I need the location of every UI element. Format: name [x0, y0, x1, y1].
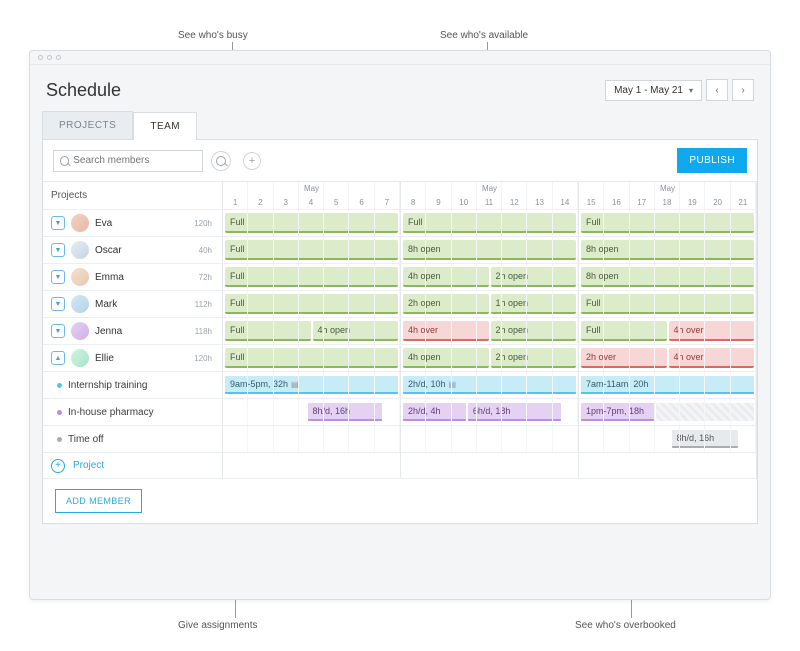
date-range-picker[interactable]: May 1 - May 21 ▾	[605, 80, 702, 101]
add-member-button[interactable]: ADD MEMBER	[55, 489, 142, 513]
day-cell: 9	[426, 182, 451, 209]
member-name: Emma	[95, 272, 124, 283]
avatar	[71, 349, 89, 367]
date-range-label: May 1 - May 21	[614, 85, 683, 96]
main-panel: + PUBLISH Projects May 1234567 May 89101…	[42, 139, 758, 524]
next-button[interactable]: ›	[732, 79, 754, 101]
expand-toggle[interactable]: ▼	[51, 324, 65, 338]
member-name: Oscar	[95, 245, 122, 256]
plus-icon: +	[51, 459, 65, 473]
day-cell: 5	[324, 182, 349, 209]
expand-toggle[interactable]: ▼	[51, 216, 65, 230]
day-cell: 12	[502, 182, 527, 209]
date-header-row: Projects May 1234567 May 891011121314 Ma…	[43, 182, 757, 210]
add-project-row[interactable]: + Project	[43, 453, 757, 479]
member-row: ▼ Mark 112h Full 2h open1h open Full	[43, 291, 757, 318]
day-cell: 7	[375, 182, 400, 209]
day-cell: 17	[630, 182, 655, 209]
day-cell: 15	[579, 182, 604, 209]
month-label: May	[482, 184, 497, 193]
day-cell: 3	[274, 182, 299, 209]
page-title: Schedule	[46, 80, 121, 101]
expand-toggle[interactable]: ▼	[51, 243, 65, 257]
project-sub-row: In-house pharmacy 8h/d, 16h 2h/d, 4h6h/d…	[43, 399, 757, 426]
search-input-wrap[interactable]	[53, 150, 203, 172]
project-bullet	[57, 437, 62, 442]
week-3: May 15161718192021	[579, 182, 757, 209]
window-titlebar	[30, 51, 770, 65]
avatar	[71, 322, 89, 340]
project-label: In-house pharmacy	[68, 407, 154, 418]
day-cell: 16	[604, 182, 629, 209]
member-row: ▼ Eva 120h Full Full Full	[43, 210, 757, 237]
publish-button[interactable]: PUBLISH	[677, 148, 747, 173]
callout-assignments: Give assignments	[178, 620, 257, 631]
page-header: Schedule May 1 - May 21 ▾ ‹ ›	[30, 65, 770, 111]
project-label: Time off	[68, 434, 104, 445]
day-cell: 10	[452, 182, 477, 209]
avatar	[71, 268, 89, 286]
day-cell: 20	[705, 182, 730, 209]
prev-button[interactable]: ‹	[706, 79, 728, 101]
chevron-down-icon: ▾	[689, 86, 693, 95]
window-dot	[38, 55, 43, 60]
toolbar: + PUBLISH	[43, 140, 757, 182]
window-dot	[47, 55, 52, 60]
avatar	[71, 295, 89, 313]
member-name: Mark	[95, 299, 117, 310]
day-cell: 13	[527, 182, 552, 209]
tab-projects[interactable]: PROJECTS	[42, 111, 133, 139]
callout-overbooked: See who's overbooked	[575, 620, 676, 631]
callout-busy: See who's busy	[178, 30, 248, 41]
expand-toggle[interactable]: ▼	[51, 270, 65, 284]
week-2: May 891011121314	[401, 182, 579, 209]
search-icon	[60, 156, 69, 166]
avatar	[71, 214, 89, 232]
day-cell: 19	[680, 182, 705, 209]
app-window: Schedule May 1 - May 21 ▾ ‹ › PROJECTS T…	[29, 50, 771, 600]
search-icon	[216, 156, 226, 166]
member-row: ▲ Ellie 120h Full 4h open2h open 2h over…	[43, 345, 757, 372]
project-bullet	[57, 410, 62, 415]
schedule-grid: Projects May 1234567 May 891011121314 Ma…	[43, 182, 757, 479]
month-label: May	[660, 184, 675, 193]
add-button[interactable]: +	[243, 152, 261, 170]
member-hours: 120h	[194, 219, 212, 228]
member-row: ▼ Emma 72h Full 4h open2h open 8h open	[43, 264, 757, 291]
tab-bar: PROJECTS TEAM	[30, 111, 770, 139]
member-hours: 112h	[195, 300, 212, 309]
day-cell: 8	[401, 182, 426, 209]
member-name: Ellie	[95, 353, 114, 364]
projects-column-header: Projects	[51, 190, 87, 201]
member-name: Eva	[95, 218, 112, 229]
expand-toggle[interactable]: ▼	[51, 297, 65, 311]
window-dot	[56, 55, 61, 60]
day-cell: 21	[731, 182, 756, 209]
member-hours: 72h	[199, 273, 212, 282]
day-cell: 14	[553, 182, 578, 209]
month-label: May	[304, 184, 319, 193]
project-sub-row: Time off 8h/d, 16h	[43, 426, 757, 453]
avatar	[71, 241, 89, 259]
add-project-label: Project	[73, 460, 104, 471]
tab-team[interactable]: TEAM	[133, 112, 197, 140]
member-hours: 118h	[195, 327, 212, 336]
week-1: May 1234567	[223, 182, 401, 209]
member-hours: 120h	[194, 354, 212, 363]
member-row: ▼ Jenna 118h Full4h open 4h over2h open …	[43, 318, 757, 345]
project-label: Internship training	[68, 380, 148, 391]
day-cell: 6	[349, 182, 374, 209]
callout-available: See who's available	[440, 30, 528, 41]
project-sub-row: Internship training 9am-5pm, 32h▤ 2h/d, …	[43, 372, 757, 399]
filter-button[interactable]	[211, 151, 231, 171]
expand-toggle[interactable]: ▲	[51, 351, 65, 365]
member-name: Jenna	[95, 326, 122, 337]
member-hours: 40h	[199, 246, 212, 255]
search-input[interactable]	[73, 155, 196, 166]
member-row: ▼ Oscar 40h Full 8h open 8h open	[43, 237, 757, 264]
day-cell: 1	[223, 182, 248, 209]
project-bullet	[57, 383, 62, 388]
day-cell: 2	[248, 182, 273, 209]
